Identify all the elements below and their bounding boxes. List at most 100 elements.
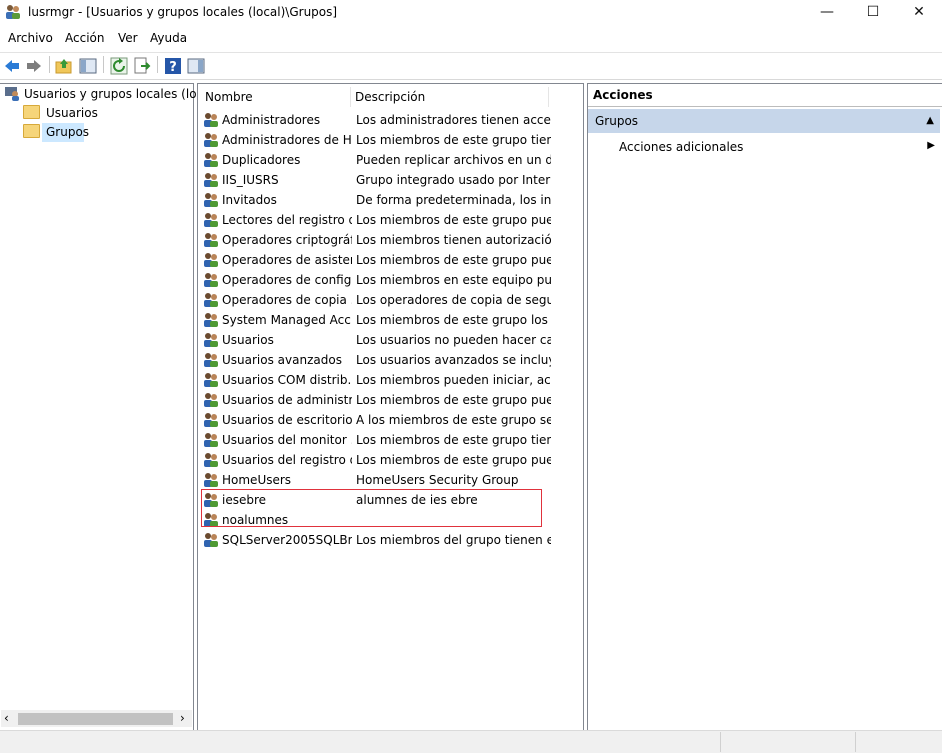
group-name: Administradores de H... bbox=[222, 133, 352, 147]
group-description: Grupo integrado usado por Intern... bbox=[356, 173, 551, 187]
group-icon bbox=[204, 413, 218, 427]
group-icon bbox=[204, 393, 218, 407]
list-row[interactable]: Operadores de config... Los miembros en e… bbox=[203, 270, 551, 290]
scrollbar-thumb[interactable] bbox=[18, 713, 173, 725]
list-row[interactable]: Administradores de H... Los miembros de e… bbox=[203, 130, 551, 150]
group-name: Administradores bbox=[222, 113, 321, 127]
tree-item-label: Grupos bbox=[46, 125, 90, 139]
menu-accion[interactable]: Acción bbox=[65, 31, 104, 45]
group-name: Operadores de asisten... bbox=[222, 253, 352, 267]
group-description: Los usuarios no pueden hacer ca... bbox=[356, 333, 551, 347]
list-row[interactable]: Invitados De forma predeterminada, los in… bbox=[203, 190, 551, 210]
users-groups-icon bbox=[5, 87, 19, 101]
group-name: Usuarios bbox=[222, 333, 274, 347]
list-row[interactable]: IIS_IUSRS Grupo integrado usado por Inter… bbox=[203, 170, 551, 190]
show-hide-tree-icon[interactable] bbox=[79, 57, 97, 75]
status-separator bbox=[855, 732, 856, 752]
group-name: SQLServer2005SQLBro... bbox=[222, 533, 352, 547]
group-icon bbox=[204, 193, 218, 207]
refresh-icon[interactable] bbox=[110, 57, 128, 75]
highlight-box bbox=[201, 489, 542, 527]
groups-list-pane: Nombre Descripción Administradores Los ad… bbox=[197, 83, 584, 731]
list-row[interactable]: Usuarios COM distrib... Los miembros pued… bbox=[203, 370, 551, 390]
actions-group-label: Grupos bbox=[595, 114, 639, 128]
scroll-left-arrow-icon[interactable]: ‹ bbox=[4, 710, 9, 727]
help-icon[interactable]: ? bbox=[164, 57, 182, 75]
column-divider[interactable] bbox=[350, 87, 351, 107]
group-description: Los miembros pueden iniciar, acti... bbox=[356, 373, 551, 387]
tree-root-label: Usuarios y grupos locales (local) bbox=[24, 87, 219, 101]
list-row[interactable]: SQLServer2005SQLBro... Los miembros del g… bbox=[203, 530, 551, 550]
group-description: Los miembros en este equipo pue... bbox=[356, 273, 551, 287]
menu-ver[interactable]: Ver bbox=[118, 31, 138, 45]
group-name: Invitados bbox=[222, 193, 277, 207]
tree-item-grupos[interactable]: Grupos bbox=[23, 123, 89, 142]
column-divider[interactable] bbox=[548, 87, 549, 107]
toolbar-separator bbox=[49, 56, 50, 73]
up-folder-icon[interactable] bbox=[55, 57, 73, 75]
group-description: De forma predeterminada, los invi... bbox=[356, 193, 551, 207]
group-name: Operadores de config... bbox=[222, 273, 352, 287]
group-description: HomeUsers Security Group bbox=[356, 473, 519, 487]
group-description: Los miembros de este grupo los a... bbox=[356, 313, 551, 327]
group-description: Los miembros tienen autorización... bbox=[356, 233, 551, 247]
group-icon bbox=[204, 253, 218, 267]
group-icon bbox=[204, 293, 218, 307]
group-description: Los miembros de este grupo tiene... bbox=[356, 133, 551, 147]
group-name: Lectores del registro d... bbox=[222, 213, 352, 227]
list-row[interactable]: Operadores de copia ... Los operadores de… bbox=[203, 290, 551, 310]
list-row[interactable]: Usuarios del registro d... Los miembros d… bbox=[203, 450, 551, 470]
group-icon bbox=[204, 313, 218, 327]
list-row[interactable]: Usuarios Los usuarios no pueden hacer ca.… bbox=[203, 330, 551, 350]
minimize-button[interactable]: — bbox=[804, 0, 850, 26]
list-row[interactable]: Usuarios de escritorio ... A los miembros… bbox=[203, 410, 551, 430]
status-bar bbox=[0, 730, 942, 753]
list-row[interactable]: System Managed Acc... Los miembros de est… bbox=[203, 310, 551, 330]
list-row[interactable]: Usuarios avanzados Los usuarios avanzados… bbox=[203, 350, 551, 370]
list-row[interactable]: HomeUsers HomeUsers Security Group bbox=[203, 470, 548, 490]
list-row[interactable]: Duplicadores Pueden replicar archivos en … bbox=[203, 150, 551, 170]
submenu-arrow-icon: ▶ bbox=[927, 140, 935, 151]
group-name: Usuarios COM distrib... bbox=[222, 373, 352, 387]
group-description: Los miembros de este grupo tiene... bbox=[356, 433, 551, 447]
maximize-button[interactable]: ☐ bbox=[850, 0, 896, 26]
toolbar-separator bbox=[103, 56, 104, 73]
list-row[interactable]: Administradores Los administradores tiene… bbox=[203, 110, 551, 130]
close-button[interactable]: ✕ bbox=[896, 0, 942, 26]
group-description: Pueden replicar archivos en un do... bbox=[356, 153, 551, 167]
back-arrow-icon[interactable] bbox=[3, 57, 21, 75]
group-name: Usuarios avanzados bbox=[222, 353, 342, 367]
column-header-descripcion[interactable]: Descripción bbox=[355, 90, 425, 104]
group-icon bbox=[204, 453, 218, 467]
tree-item-label: Usuarios bbox=[46, 106, 98, 120]
menu-ayuda[interactable]: Ayuda bbox=[150, 31, 187, 45]
export-list-icon[interactable] bbox=[133, 57, 151, 75]
column-header-nombre[interactable]: Nombre bbox=[205, 90, 253, 104]
action-more-actions[interactable]: Acciones adicionales ▶ bbox=[619, 140, 935, 154]
group-description: Los miembros del grupo tienen el... bbox=[356, 533, 551, 547]
list-row[interactable]: Operadores de asisten... Los miembros de … bbox=[203, 250, 551, 270]
group-icon bbox=[204, 373, 218, 387]
status-separator bbox=[720, 732, 721, 752]
tree-root-local-users-groups[interactable]: Usuarios y grupos locales (local) bbox=[4, 85, 219, 104]
menu-archivo[interactable]: Archivo bbox=[8, 31, 53, 45]
group-name: HomeUsers bbox=[222, 473, 292, 487]
list-row[interactable]: Usuarios del monitor ... Los miembros de … bbox=[203, 430, 551, 450]
window-title: lusrmgr - [Usuarios y grupos locales (lo… bbox=[28, 5, 338, 19]
forward-arrow-icon[interactable] bbox=[25, 57, 43, 75]
collapse-up-icon[interactable]: ▲ bbox=[926, 109, 934, 133]
show-hide-action-pane-icon[interactable] bbox=[187, 57, 205, 75]
group-description: Los administradores tienen acces... bbox=[356, 113, 551, 127]
list-row[interactable]: Lectores del registro d... Los miembros d… bbox=[203, 210, 551, 230]
svg-text:?: ? bbox=[169, 60, 177, 75]
list-row[interactable]: Usuarios de administr... Los miembros de … bbox=[203, 390, 551, 410]
tree-item-usuarios[interactable]: Usuarios bbox=[23, 104, 98, 123]
folder-icon bbox=[23, 105, 40, 119]
group-name: Usuarios del monitor ... bbox=[222, 433, 352, 447]
group-icon bbox=[204, 533, 218, 547]
users-groups-app-icon bbox=[6, 5, 20, 19]
actions-group-grupos[interactable]: Grupos ▲ bbox=[588, 109, 940, 133]
scroll-right-arrow-icon[interactable]: › bbox=[180, 710, 185, 727]
list-row[interactable]: Operadores criptográf... Los miembros tie… bbox=[203, 230, 551, 250]
group-icon bbox=[204, 113, 218, 127]
